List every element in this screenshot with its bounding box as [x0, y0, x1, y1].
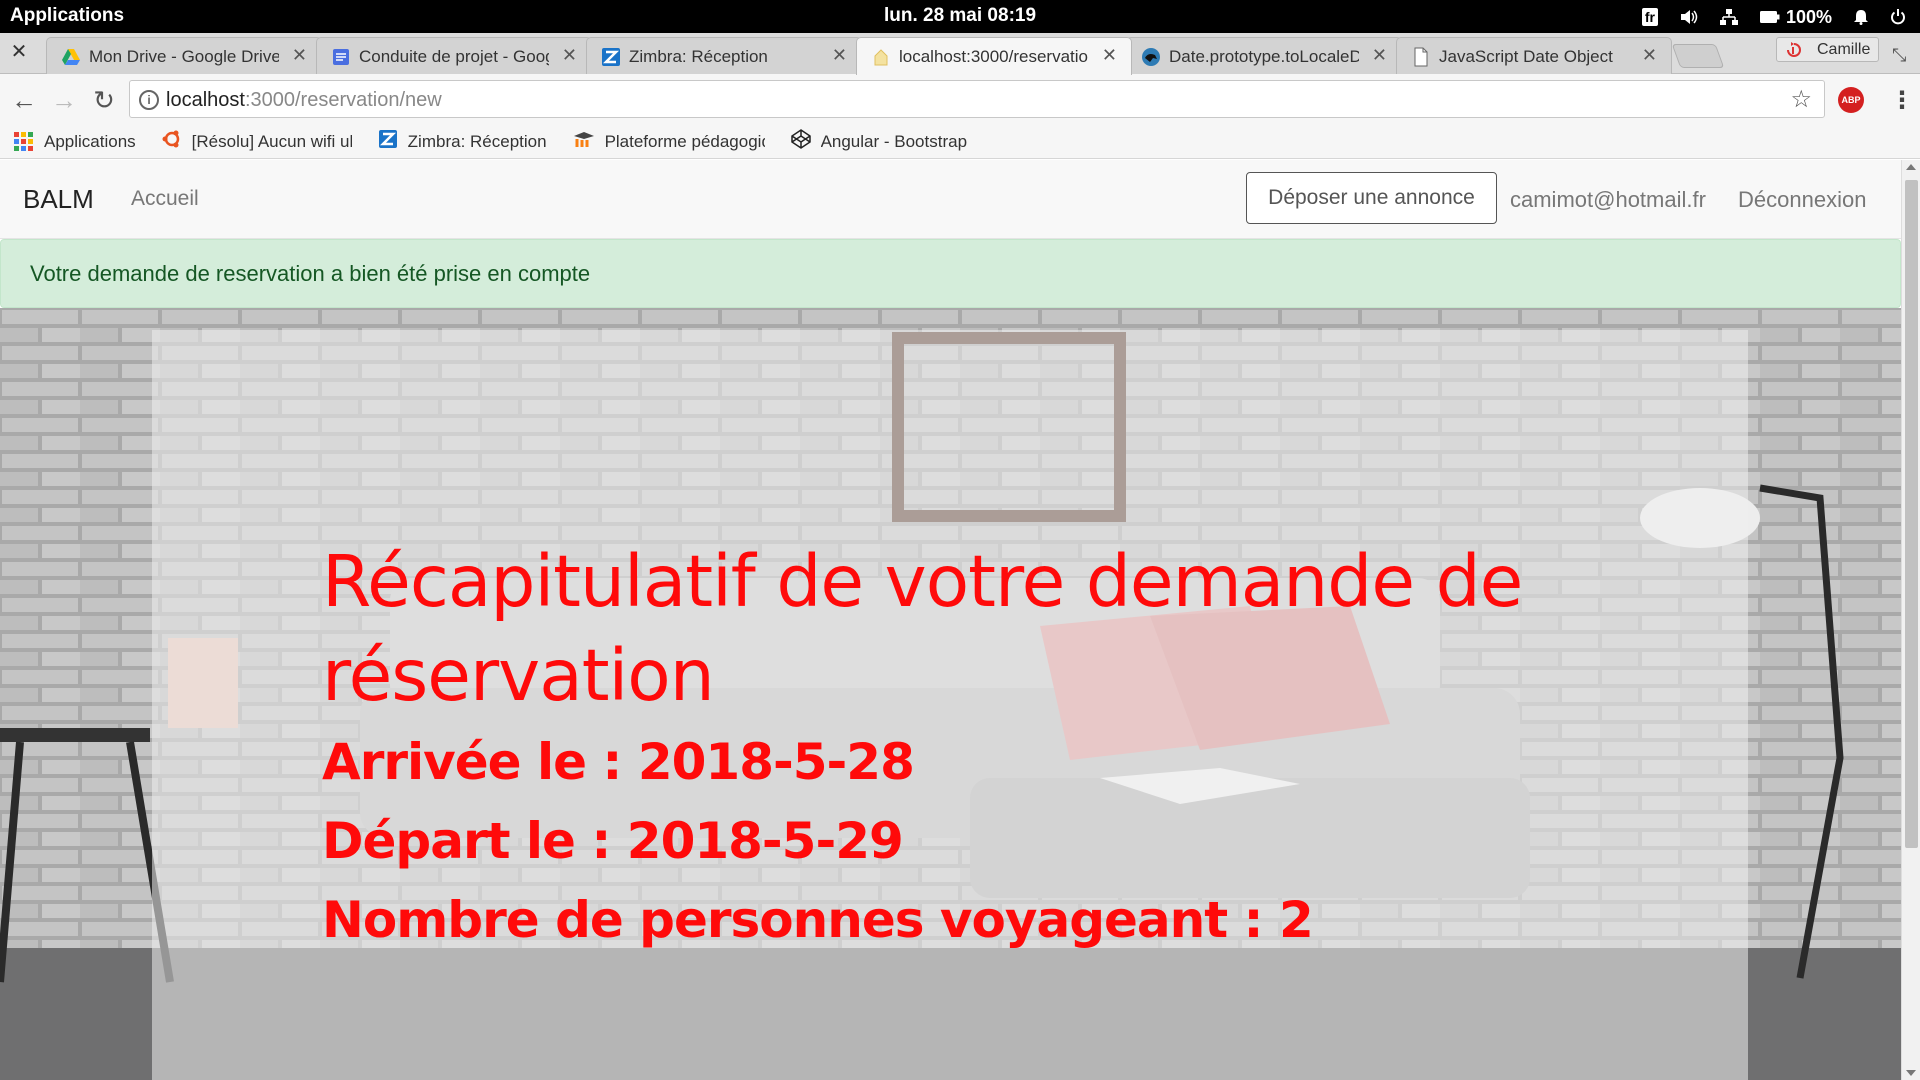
- bookmark-star-icon[interactable]: ☆: [1790, 85, 1812, 114]
- tab-js-date-object[interactable]: JavaScript Date Object ✕: [1396, 37, 1672, 74]
- tab-title: Zimbra: Réception: [629, 47, 768, 66]
- browser-toolbar: ← → ↻ i localhost:3000/reservation/new ☆…: [0, 74, 1920, 125]
- zimbra-icon: [601, 47, 621, 67]
- tab-close-icon[interactable]: ✕: [1102, 45, 1117, 66]
- profile-name: Camille: [1817, 41, 1871, 58]
- tab-reservation-active[interactable]: localhost:3000/reservation/new ✕: [856, 37, 1132, 75]
- power-icon[interactable]: [1890, 9, 1906, 25]
- volume-icon[interactable]: [1680, 9, 1698, 25]
- profile-switcher[interactable]: Camille: [1776, 37, 1879, 62]
- tab-title: localhost:3000/reservation/new: [899, 47, 1089, 66]
- forward-arrow-icon[interactable]: →: [50, 86, 78, 114]
- battery-percent: 100%: [1785, 6, 1832, 27]
- bookmark-zimbra[interactable]: Zimbra: Réception: [378, 129, 547, 154]
- site-navbar: BALM Accueil Déposer une annonce camimot…: [0, 160, 1901, 239]
- battery-icon: [1759, 11, 1780, 23]
- window-close-icon[interactable]: ✕: [8, 41, 30, 63]
- document-icon: [1411, 47, 1431, 67]
- departure-date: Départ le : 2018-5-29: [322, 812, 904, 870]
- notifications-bell-icon[interactable]: [1854, 9, 1868, 25]
- activities-applications-menu[interactable]: Applications: [10, 5, 124, 27]
- tab-close-icon[interactable]: ✕: [832, 45, 847, 66]
- battery-indicator[interactable]: 100%: [1759, 6, 1832, 28]
- apps-grid-icon: [14, 131, 34, 152]
- summary-panel: Récapitulatif de votre demande de réserv…: [152, 330, 1748, 1080]
- zimbra-icon: [378, 129, 398, 154]
- success-alert: Votre demande de reservation a bien été …: [0, 239, 1901, 308]
- reload-icon[interactable]: ↻: [90, 86, 118, 114]
- tab-title: JavaScript Date Object: [1439, 47, 1613, 66]
- tab-close-icon[interactable]: ✕: [1642, 45, 1657, 66]
- scrollbar-thumb[interactable]: [1905, 180, 1918, 848]
- site-info-icon[interactable]: i: [139, 90, 159, 110]
- site-brand[interactable]: BALM: [23, 184, 94, 215]
- chrome-menu-icon[interactable]: ⋮: [1890, 86, 1914, 115]
- bookmark-angular-bootstrap[interactable]: Angular - Bootstrap: [790, 129, 967, 154]
- codepen-icon: [790, 129, 811, 154]
- back-arrow-icon[interactable]: ←: [10, 86, 38, 114]
- hero-background: Récapitulatif de votre demande de réserv…: [0, 308, 1901, 1080]
- arrival-date: Arrivée le : 2018-5-28: [322, 733, 915, 791]
- tab-close-icon[interactable]: ✕: [292, 45, 307, 66]
- window-restore-icon[interactable]: ⤡: [1892, 45, 1906, 66]
- address-bar[interactable]: i localhost:3000/reservation/new ☆: [129, 80, 1825, 118]
- tab-title: Date.prototype.toLocaleDateString(): [1169, 47, 1359, 66]
- tab-mdn-date[interactable]: Date.prototype.toLocaleDateString() ✕: [1126, 37, 1402, 74]
- post-ad-button[interactable]: Déposer une annonce: [1246, 172, 1497, 224]
- tab-google-docs[interactable]: Conduite de projet - Google Docs ✕: [316, 37, 592, 74]
- user-email-link[interactable]: camimot@hotmail.fr: [1510, 187, 1706, 213]
- tab-title: Conduite de projet - Google Docs: [359, 47, 549, 66]
- profile-icon: [1785, 41, 1805, 66]
- page-loading-icon: [871, 47, 891, 67]
- page-viewport: BALM Accueil Déposer une annonce camimot…: [0, 160, 1920, 1080]
- bookmark-plateforme-pedagogique[interactable]: Plateforme pédagogique: [573, 130, 765, 153]
- bookmark-resolu-wifi[interactable]: [Résolu] Aucun wifi ubuntu: [162, 129, 352, 154]
- network-icon[interactable]: [1719, 9, 1738, 25]
- system-top-bar: Applications lun. 28 mai 08:19 fr 100%: [0, 0, 1920, 33]
- clock[interactable]: lun. 28 mai 08:19: [884, 5, 1036, 26]
- mdn-icon: [1141, 47, 1161, 67]
- page-scrollbar[interactable]: [1901, 160, 1920, 1080]
- keyboard-layout-indicator[interactable]: fr: [1641, 8, 1658, 26]
- url-text[interactable]: localhost:3000/reservation/new: [166, 89, 442, 112]
- new-tab-button[interactable]: [1671, 44, 1725, 68]
- bookmarks-bar: Applications [Résolu] Aucun wifi ubuntu …: [0, 125, 1920, 159]
- adblock-plus-icon[interactable]: ABP: [1838, 87, 1864, 113]
- tab-title: Mon Drive - Google Drive: [89, 47, 279, 66]
- summary-title: Récapitulatif de votre demande de réserv…: [322, 540, 1523, 717]
- reservation-summary: Récapitulatif de votre demande de réserv…: [322, 535, 1622, 960]
- moodle-icon: [573, 130, 595, 153]
- tab-close-icon[interactable]: ✕: [1372, 45, 1387, 66]
- google-drive-icon: [61, 47, 81, 67]
- tab-zimbra[interactable]: Zimbra: Réception ✕: [586, 37, 862, 74]
- scroll-down-arrow-icon[interactable]: [1906, 1070, 1916, 1076]
- system-tray: fr 100%: [1641, 4, 1906, 30]
- scroll-up-arrow-icon[interactable]: [1906, 164, 1916, 170]
- browser-tab-strip: ✕ Mon Drive - Google Drive ✕ Conduite de…: [0, 33, 1920, 75]
- tab-close-icon[interactable]: ✕: [562, 45, 577, 66]
- bookmark-applications[interactable]: Applications: [14, 131, 136, 152]
- ubuntu-icon: [162, 129, 182, 154]
- logout-link[interactable]: Déconnexion: [1738, 187, 1866, 213]
- nav-home-link[interactable]: Accueil: [131, 187, 199, 211]
- tab-google-drive[interactable]: Mon Drive - Google Drive ✕: [46, 37, 322, 74]
- traveler-count: Nombre de personnes voyageant : 2: [322, 891, 1314, 949]
- google-docs-icon: [331, 47, 351, 67]
